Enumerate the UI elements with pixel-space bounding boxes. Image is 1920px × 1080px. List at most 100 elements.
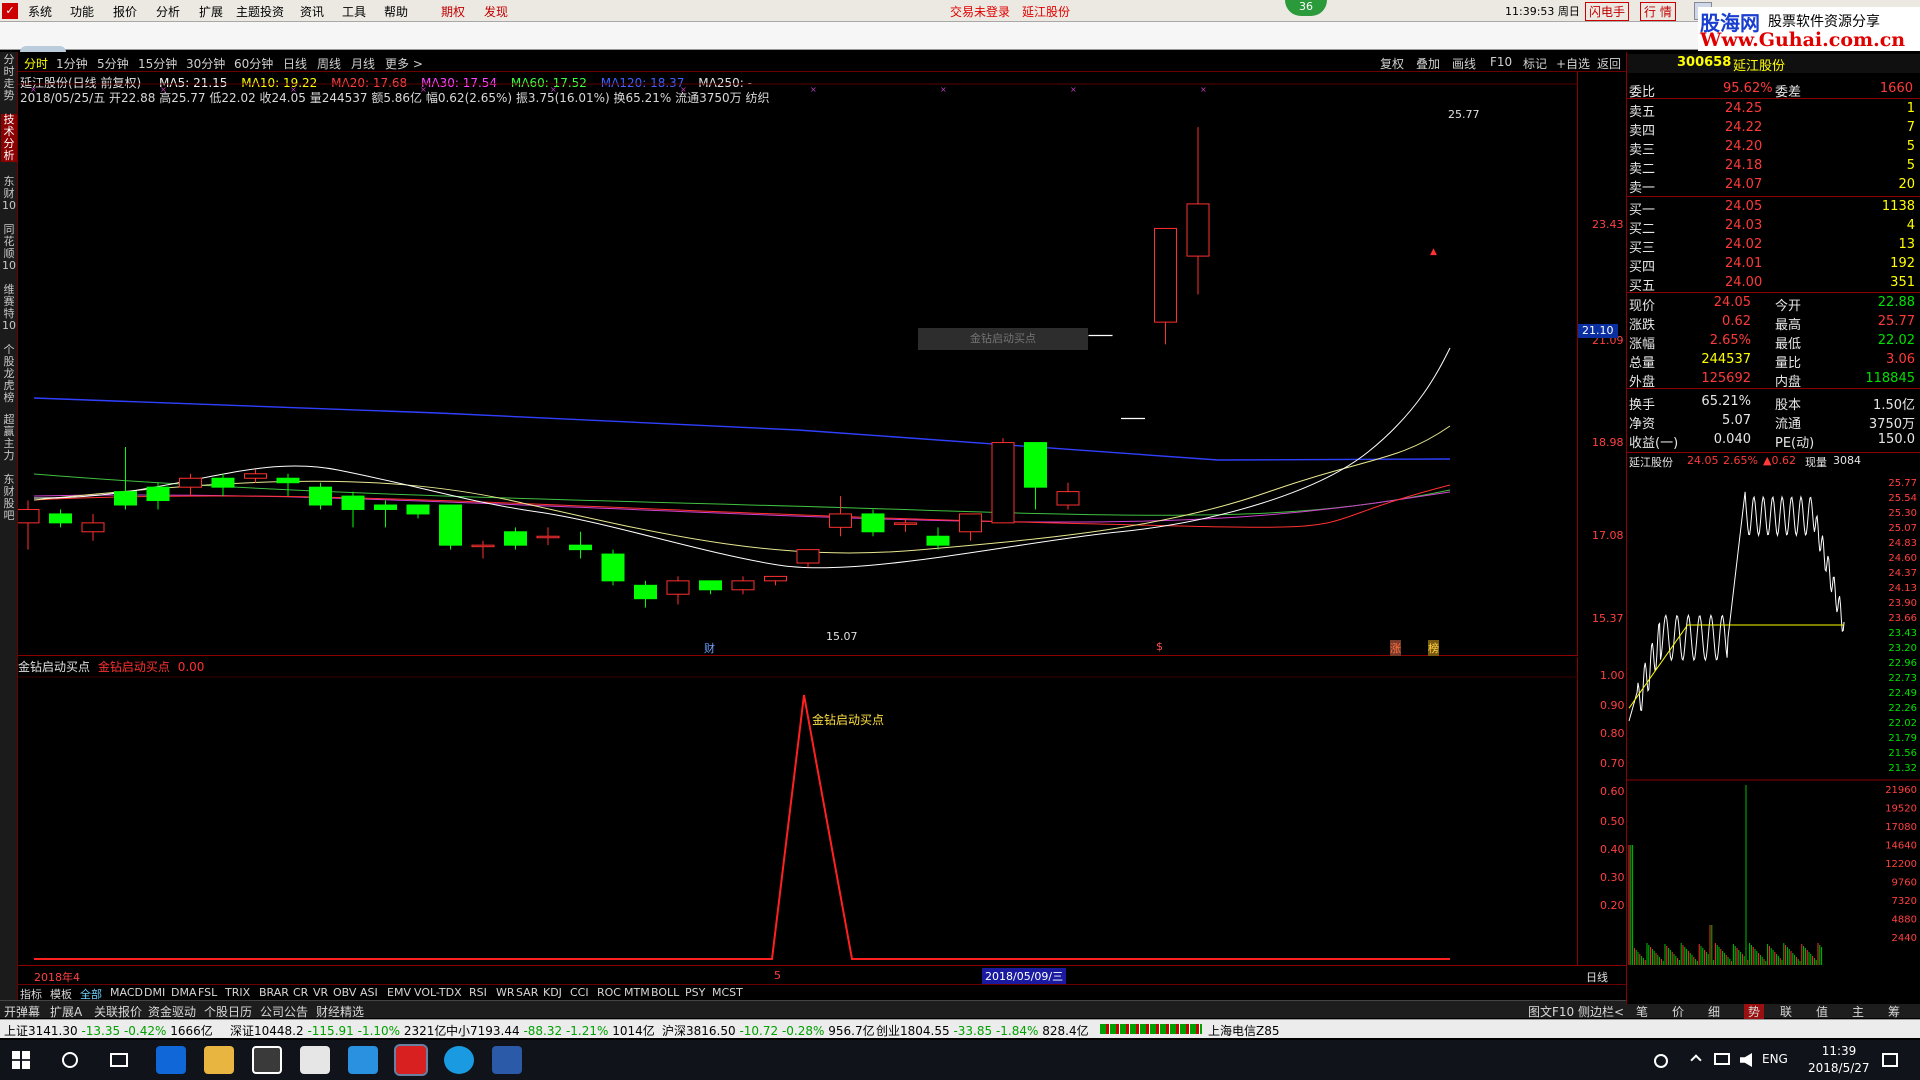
- sme-index[interactable]: 中小7193.44 -88.32 -1.21% 1014亿: [446, 1022, 655, 1039]
- indicator-tab-dma[interactable]: DMA: [171, 986, 197, 999]
- leaderboard-mark[interactable]: 榜: [1428, 640, 1439, 656]
- toolbar-mark[interactable]: 标记: [1523, 55, 1547, 72]
- indicator-tab-obv[interactable]: OBV: [333, 986, 356, 999]
- sh-index[interactable]: 上证3141.30 -13.35 -0.42% 1666亿: [4, 1022, 213, 1039]
- menu-item-system[interactable]: 系统: [28, 3, 52, 20]
- indicator-chart[interactable]: 金钻启动买点 金钻启动买点 0.00 金钻启动买点: [18, 657, 1578, 965]
- period-tab-weekly[interactable]: 周线: [317, 55, 341, 72]
- taskbar-time[interactable]: 11:39: [1815, 1044, 1863, 1058]
- toolbar-restore-rights[interactable]: 复权: [1380, 55, 1404, 72]
- menu-item-help[interactable]: 帮助: [384, 3, 408, 20]
- menu-item-function[interactable]: 功能: [70, 3, 94, 20]
- tdx-app-icon[interactable]: [394, 1044, 428, 1076]
- indicator-tab-vol-tdx[interactable]: VOL-TDX: [414, 986, 462, 999]
- server-status[interactable]: 上海电信Z85: [1208, 1022, 1280, 1039]
- indicator-tab-macd[interactable]: MACD: [110, 986, 143, 999]
- indicator-tab-cci[interactable]: CCI: [570, 986, 589, 999]
- rail-tab-forum[interactable]: 东财股吧: [1, 474, 17, 522]
- notification-badge[interactable]: 36: [1285, 0, 1327, 16]
- rail-tab-dragon-tiger[interactable]: 个股龙虎榜: [1, 344, 17, 404]
- func-f10-graphic[interactable]: 图文F10: [1528, 1003, 1574, 1020]
- hs-index[interactable]: 沪深3816.50 -10.72 -0.28% 956.7亿: [662, 1022, 875, 1039]
- period-tab-daily[interactable]: 日线: [283, 55, 307, 72]
- rail-tab-intraday[interactable]: 分时走势: [1, 54, 17, 102]
- flash-trade-button[interactable]: 闪电手: [1585, 2, 1630, 21]
- period-tab-15min[interactable]: 15分钟: [138, 55, 177, 72]
- indicator-tab-emv[interactable]: EMV: [387, 986, 411, 999]
- func-danmaku[interactable]: 开弹幕: [4, 1003, 40, 1020]
- right-tab-5[interactable]: 值: [1816, 1003, 1828, 1020]
- menu-item-analysis[interactable]: 分析: [156, 3, 180, 20]
- right-tab-4[interactable]: 联: [1780, 1003, 1792, 1020]
- task-view-icon[interactable]: [110, 1053, 128, 1067]
- menu-item-news[interactable]: 资讯: [300, 3, 324, 20]
- menu-item-discover[interactable]: 发现: [484, 3, 508, 20]
- period-tab-intraday[interactable]: 分时: [24, 55, 48, 72]
- file-explorer-icon[interactable]: [204, 1046, 234, 1074]
- menu-item-quote[interactable]: 报价: [113, 3, 137, 20]
- toolbar-draw-line[interactable]: 画线: [1452, 55, 1476, 72]
- indicator-tab-rsi[interactable]: RSI: [469, 986, 487, 999]
- chinext-index[interactable]: 创业1804.55 -33.85 -1.84% 828.4亿: [876, 1022, 1089, 1039]
- func-related-quote[interactable]: 关联报价: [94, 1003, 142, 1020]
- period-tab-30min[interactable]: 30分钟: [186, 55, 225, 72]
- tray-chevron-icon[interactable]: [1690, 1054, 1702, 1066]
- search-icon[interactable]: [62, 1052, 78, 1068]
- period-tab-monthly[interactable]: 月线: [351, 55, 375, 72]
- indicator-tab-dmi[interactable]: DMI: [144, 986, 165, 999]
- people-icon[interactable]: [1654, 1054, 1668, 1068]
- indicator-tab-vr[interactable]: VR: [313, 986, 328, 999]
- network-icon[interactable]: [1714, 1053, 1730, 1065]
- sz-index[interactable]: 深证10448.2 -115.91 -1.10% 2321亿: [230, 1022, 446, 1039]
- indicator-tab-wr[interactable]: WR: [496, 986, 515, 999]
- windows-start-icon[interactable]: [12, 1051, 30, 1069]
- func-extend-a[interactable]: 扩展A: [50, 1003, 82, 1020]
- indicator-tab-boll[interactable]: BOLL: [651, 986, 679, 999]
- right-tab-6[interactable]: 主: [1852, 1003, 1864, 1020]
- func-finance-picks[interactable]: 财经精选: [316, 1003, 364, 1020]
- func-stock-calendar[interactable]: 个股日历: [204, 1003, 252, 1020]
- taskbar-date[interactable]: 2018/5/27: [1808, 1061, 1870, 1075]
- store-icon[interactable]: [252, 1046, 282, 1074]
- period-tab-1min[interactable]: 1分钟: [56, 55, 88, 72]
- edge-icon[interactable]: [156, 1046, 186, 1074]
- func-capital-drive[interactable]: 资金驱动: [148, 1003, 196, 1020]
- toolbar-overlay[interactable]: 叠加: [1416, 55, 1440, 72]
- indicator-tab-roc[interactable]: ROC: [597, 986, 621, 999]
- intraday-mini-chart[interactable]: 25.77 25.54 25.30 25.07 24.83 24.60 24.37 24.13…: [1627, 470, 1920, 998]
- dividend-mark[interactable]: $: [1156, 640, 1163, 653]
- k-app-icon[interactable]: [444, 1046, 474, 1074]
- right-tab-0[interactable]: 笔: [1636, 1003, 1648, 1020]
- indicator-tab-asi[interactable]: ASI: [360, 986, 378, 999]
- right-tab-2[interactable]: 细: [1708, 1003, 1720, 1020]
- indicator-tab-cr[interactable]: CR: [293, 986, 308, 999]
- indicator-tab-brar[interactable]: BRAR: [259, 986, 289, 999]
- indicator-tab-sar[interactable]: SAR: [516, 986, 538, 999]
- rail-tab-main-force[interactable]: 超赢主力: [1, 414, 17, 462]
- indicator-tab-psy[interactable]: PSY: [685, 986, 705, 999]
- indicator-tab-kdj[interactable]: KDJ: [543, 986, 562, 999]
- func-announcement[interactable]: 公司公告: [260, 1003, 308, 1020]
- right-tab-3[interactable]: 势: [1744, 1003, 1765, 1020]
- login-status[interactable]: 交易未登录: [950, 3, 1010, 20]
- menu-item-theme[interactable]: 主题投资: [236, 3, 284, 20]
- toolbar-f10[interactable]: F10: [1490, 55, 1512, 69]
- menu-item-tools[interactable]: 工具: [342, 3, 366, 20]
- limit-up-mark[interactable]: 涨: [1390, 640, 1401, 656]
- menu-item-extend[interactable]: 扩展: [199, 3, 223, 20]
- period-tab-more[interactable]: 更多 >: [385, 55, 423, 72]
- rail-tab-eastmoney[interactable]: 东财10: [1, 176, 17, 212]
- rail-tab-wst[interactable]: 维赛特10: [1, 284, 17, 332]
- rail-tab-ths[interactable]: 同花顺10: [1, 224, 17, 272]
- action-center-icon[interactable]: [1882, 1053, 1898, 1067]
- right-tab-1[interactable]: 价: [1672, 1003, 1684, 1020]
- right-tab-7[interactable]: 筹: [1888, 1003, 1900, 1020]
- word-icon[interactable]: [492, 1046, 522, 1074]
- period-tab-60min[interactable]: 60分钟: [234, 55, 273, 72]
- indicator-tab-fsl[interactable]: FSL: [198, 986, 217, 999]
- indicator-tab-mcst[interactable]: MCST: [712, 986, 743, 999]
- mail-icon[interactable]: [300, 1046, 330, 1074]
- func-sidebar-toggle[interactable]: 侧边栏<: [1578, 1003, 1624, 1020]
- period-tab-5min[interactable]: 5分钟: [97, 55, 129, 72]
- volume-icon[interactable]: [1740, 1053, 1752, 1067]
